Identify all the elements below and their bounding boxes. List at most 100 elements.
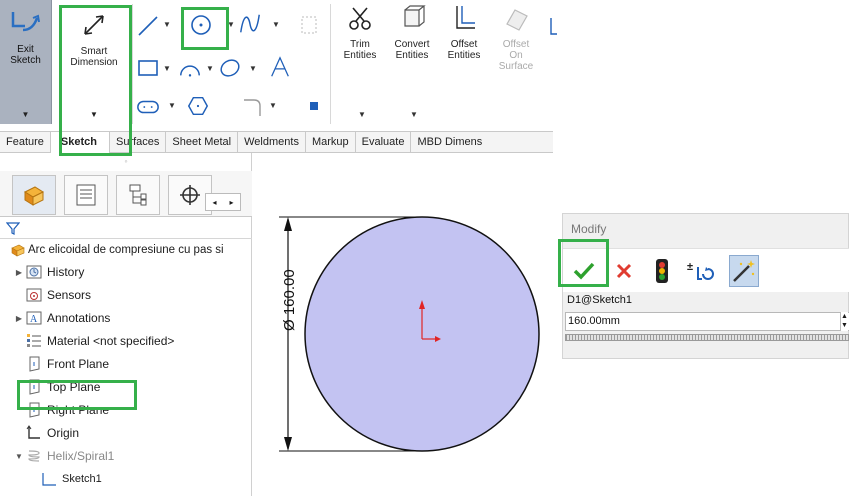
line-dropdown-icon[interactable]: ▼ [163,20,171,29]
trim-entities-label: Trim Entities [343,39,377,61]
trim-dropdown-icon[interactable]: ▼ [358,110,366,119]
ellipse-dropdown-icon[interactable]: ▼ [249,64,257,73]
spin-up-icon[interactable]: ▲ [841,313,848,320]
configuration-manager-tab-icon[interactable] [116,175,160,215]
tree-item-front-plane[interactable]: Front Plane [25,353,109,375]
diameter-dimension-text[interactable]: Ø 160.00 [281,269,298,331]
diameter-value: Ø 160.00 [281,269,298,331]
part-icon [10,242,26,258]
exit-sketch-dropdown-icon[interactable]: ▼ [22,109,30,120]
panel-tabs: ◂ ▸ [0,171,252,217]
polygon-tool-icon[interactable] [186,94,210,118]
filter-row [0,217,252,239]
fillet-tool-icon[interactable] [240,94,264,118]
expand-arrow-icon[interactable]: ▶ [13,314,25,323]
tree-item-label: History [47,265,85,279]
annotations-icon: A [25,310,43,326]
collapse-arrow-icon[interactable]: ▼ [13,452,25,461]
tree-root-part[interactable]: Arc elicoidal de compresiune cu pas si [10,239,224,261]
text-tool-icon[interactable] [268,55,292,79]
tab-weldments[interactable]: Weldments [238,132,306,153]
offset-on-surface-label: Offset On Surface [498,39,534,72]
rectangle-tool-icon[interactable] [136,56,160,80]
tree-item-origin[interactable]: Origin [25,422,79,444]
convert-dropdown-icon[interactable]: ▼ [410,110,418,119]
highlight-top-plane [17,380,137,410]
point-tool-icon[interactable] [302,94,326,118]
slot-dropdown-icon[interactable]: ▼ [168,101,176,110]
reverse-sense-icon: ± [687,261,714,280]
offset-entities-label: Offset Entities [447,39,481,61]
tab-mbd-dimensions[interactable]: MBD Dimens [411,132,488,153]
dimension-arrow-top [284,217,292,231]
trim-entities-icon [349,7,371,30]
convert-entities-label: Convert Entities [394,39,430,61]
highlight-circle-tool [181,7,229,50]
tree-item-sensors[interactable]: Sensors [25,284,91,306]
tree-item-label: Helix/Spiral1 [47,449,115,463]
tree-item-label: Sensors [47,288,92,302]
offset-entities-button[interactable]: Offset Entities [440,4,488,61]
arc-dropdown-icon[interactable]: ▼ [206,64,214,73]
spline-dropdown-icon[interactable]: ▼ [272,20,280,29]
spin-down-icon[interactable]: ▼ [841,322,848,329]
offset-on-surface-icon [506,9,528,31]
thumbwheel-slider[interactable] [565,334,849,341]
tab-feature[interactable]: Feature [0,132,51,153]
offset-entities-icon [456,6,475,29]
filter-icon[interactable] [6,221,20,235]
tab-markup[interactable]: Markup [306,132,356,153]
line-tool-icon[interactable] [136,14,160,38]
tree-item-sketch1[interactable]: Sketch1 [40,468,102,490]
tree-item-label: Annotations [47,311,111,325]
close-icon [616,263,632,279]
tree-item-history[interactable]: ▶ History [13,261,84,283]
arc-tool-icon[interactable] [178,56,202,80]
exit-sketch-label: Exit Sketch [10,44,41,66]
magic-wand-icon [733,260,755,282]
tree-item-material[interactable]: Material <not specified> [25,330,174,352]
cancel-button[interactable] [609,255,639,287]
offset-on-surface-button[interactable]: Offset On Surface [492,4,540,72]
tree-item-helix[interactable]: ▼ Helix/Spiral1 [13,445,114,467]
exit-sketch-button[interactable]: Exit Sketch ▼ [0,0,52,124]
convert-entities-button[interactable]: Convert Entities [388,4,436,61]
rectangle-dropdown-icon[interactable]: ▼ [163,64,171,73]
property-manager-tab-icon[interactable] [64,175,108,215]
mark-for-drawing-button[interactable] [729,255,759,287]
value-spinner[interactable]: ▲ ▼ [840,312,848,331]
expand-arrow-icon[interactable]: ▶ [13,268,25,277]
tab-sheet-metal[interactable]: Sheet Metal [166,132,239,153]
spline-tool-icon[interactable] [238,12,262,36]
svg-text:A: A [30,314,38,325]
slot-tool-icon[interactable] [136,95,160,119]
exit-sketch-icon [11,12,40,32]
mirror-entities-icon[interactable] [542,14,566,38]
sensors-icon [25,287,43,303]
part-name: Arc elicoidal de compresiune cu pas si [28,244,224,256]
modify-dialog-title: Modify [571,222,607,236]
tree-item-annotations[interactable]: ▶ A Annotations [13,307,110,329]
feature-manager-tab-icon[interactable] [12,175,56,215]
helix-icon [25,448,43,464]
dimension-value-input[interactable]: 160.00mm [565,312,849,331]
tab-evaluate[interactable]: Evaluate [356,132,412,153]
highlight-smart-dimension [59,5,132,156]
dimension-arrow-bottom [284,437,292,451]
construction-geometry-icon[interactable] [297,13,321,37]
fillet-dropdown-icon[interactable]: ▼ [269,101,277,110]
scroll-left-icon[interactable]: ◂ [212,198,216,207]
material-icon [25,333,43,349]
scroll-right-icon[interactable]: ▸ [229,198,233,207]
tree-item-label: Front Plane [47,357,110,371]
reverse-dimension-button[interactable]: ± [685,255,715,287]
svg-text:±: ± [687,261,693,273]
panel-tab-scroll[interactable]: ◂ ▸ [205,193,241,211]
sketch-icon [40,471,58,487]
tree-item-label: Sketch1 [62,473,102,485]
ellipse-tool-icon[interactable] [218,56,242,80]
feature-manager-panel: ◦ ◂ ▸ Arc elicoidal de compresiune cu pa… [0,153,252,496]
trim-entities-button[interactable]: Trim Entities [338,4,382,61]
convert-entities-icon [404,5,426,27]
rebuild-button[interactable] [647,255,677,287]
